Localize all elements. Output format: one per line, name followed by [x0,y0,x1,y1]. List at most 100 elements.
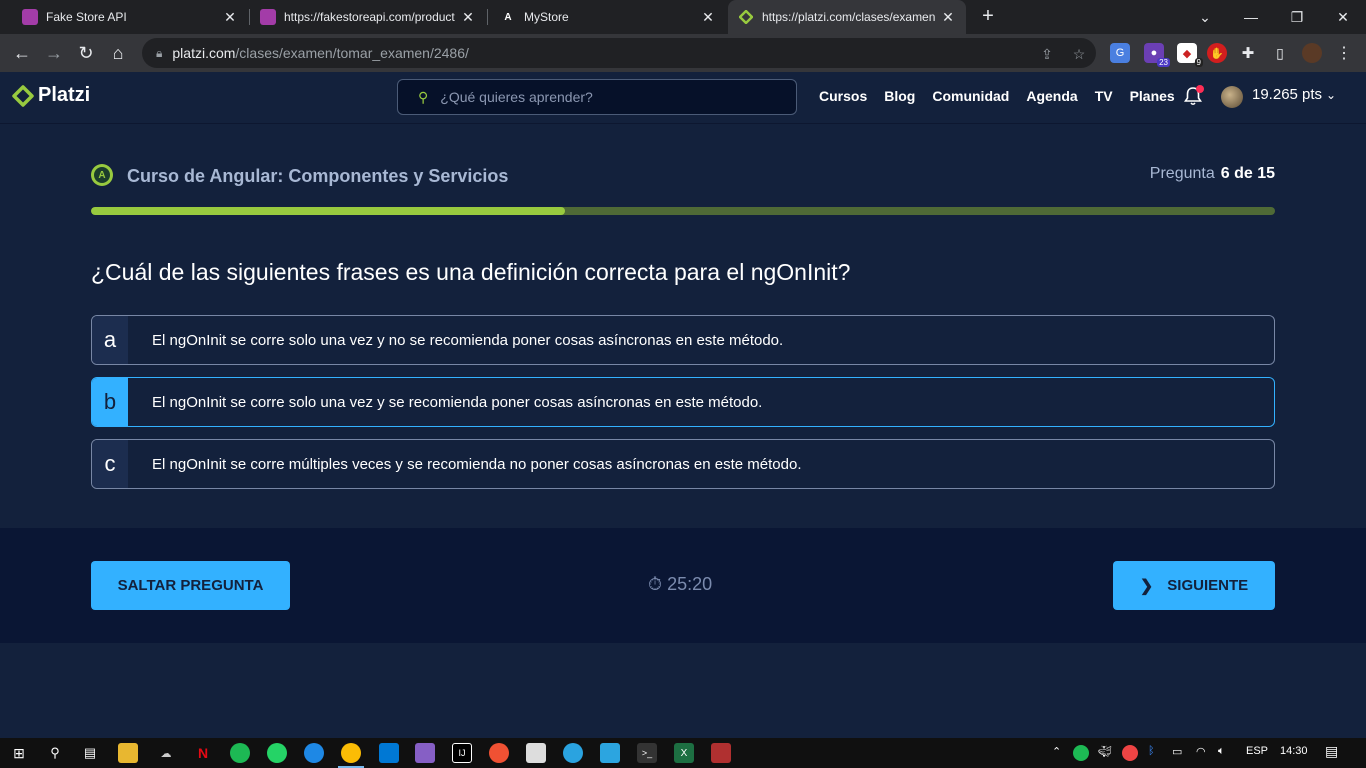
tab-mystore[interactable]: A MyStore ✕ [490,0,726,34]
url-host: platzi.com [172,45,236,61]
option-text: El ngOnInit se corre solo una vez y no s… [152,331,784,349]
side-panel-icon[interactable]: ▯ [1270,43,1290,63]
tab-fake-store-api[interactable]: Fake Store API ✕ [12,0,248,34]
profile-avatar[interactable] [1302,43,1322,63]
bluetooth-icon[interactable]: ᛒ [1148,745,1155,757]
notifications-bell-icon[interactable] [1184,85,1204,106]
tray-chevron-up-icon[interactable]: ⌃ [1052,745,1061,758]
wifi-icon[interactable]: ◠ [1196,745,1206,758]
user-avatar[interactable] [1221,86,1243,108]
nav-item-planes[interactable]: Planes [1130,88,1175,104]
browser-tab-bar: Fake Store API ✕ https://fakestoreapi.co… [0,0,1366,34]
task-view-icon[interactable]: ▤ [80,743,100,763]
windows-start-icon[interactable]: ⊞ [9,743,29,763]
browser-menu-icon[interactable]: ⋮ [1334,43,1354,63]
platzi-favicon-icon [738,9,754,25]
extension-badge: 23 [1157,58,1170,67]
telegram-icon[interactable] [563,743,583,763]
search-icon: ⚲ [418,88,429,105]
exam-progress-fill [91,207,565,215]
tray-app-icon[interactable] [1122,745,1138,761]
platzi-logo[interactable]: Platzi [12,84,90,107]
notification-center-icon[interactable]: ▤ [1325,743,1338,760]
share-icon[interactable]: ⇪ [1038,45,1056,63]
search-placeholder: ¿Qué quieres aprender? [440,89,593,105]
forward-arrow-icon[interactable]: → [42,41,66,65]
question-counter: Pregunta 6 de 15 [1150,165,1275,183]
intellij-icon[interactable]: IJ [452,743,472,763]
tab-platzi-exam[interactable]: https://platzi.com/clases/examen ✕ [728,0,966,34]
back-arrow-icon[interactable]: ← [10,41,34,65]
nav-item-blog[interactable]: Blog [884,88,915,104]
logo-text: Platzi [38,84,91,106]
winrar-icon[interactable] [711,743,731,763]
close-window-button[interactable]: ✕ [1320,0,1366,34]
netflix-icon[interactable]: N [193,743,213,763]
vscode-icon[interactable] [379,743,399,763]
battery-icon[interactable]: ▭ [1172,745,1182,758]
extensions-puzzle-icon[interactable]: ✚ [1238,43,1258,63]
volume-icon[interactable]: 🔈︎ [1218,745,1225,758]
close-tab-icon[interactable]: ✕ [700,9,716,26]
visual-studio-icon[interactable] [415,743,435,763]
reload-icon[interactable]: ↻ [74,41,98,65]
counter-label: Pregunta [1149,165,1215,182]
excel-icon[interactable]: X [674,743,694,763]
tray-docker-icon[interactable]: 🐳︎ [1098,745,1112,758]
spotify-icon[interactable] [230,743,250,763]
whatsapp-icon[interactable] [267,743,287,763]
question-text: ¿Cuál de las siguientes frases es una de… [91,259,851,285]
close-tab-icon[interactable]: ✕ [222,9,238,26]
nav-item-cursos[interactable]: Cursos [819,88,867,104]
option-letter: a [92,316,128,364]
edge-icon[interactable] [304,743,324,763]
tray-spotify-icon[interactable] [1073,745,1089,761]
chrome-icon[interactable] [341,743,361,763]
extension-purple-icon[interactable]: ● 23 [1144,43,1170,67]
answer-option-b[interactable]: b El ngOnInit se corre solo una vez y se… [91,377,1275,427]
user-points[interactable]: 19.265 pts [1252,86,1322,103]
fakestore-favicon-icon [22,9,38,25]
app-document-icon[interactable] [526,743,546,763]
nav-item-agenda[interactable]: Agenda [1026,88,1077,104]
language-indicator[interactable]: ESP [1246,745,1268,757]
answer-option-a[interactable]: a El ngOnInit se corre solo una vez y no… [91,315,1275,365]
option-text: El ngOnInit se corre múltiples veces y s… [152,455,802,473]
adblock-icon[interactable]: ✋ [1207,43,1227,63]
new-tab-button[interactable]: + [976,4,1000,28]
clock[interactable]: 14:30 [1280,745,1308,757]
angular-favicon-icon: A [504,11,512,23]
bookmark-star-icon[interactable]: ☆ [1070,45,1088,63]
nav-item-comunidad[interactable]: Comunidad [932,88,1009,104]
course-title: Curso de Angular: Componentes y Servicio… [127,166,509,186]
postman-icon[interactable] [489,743,509,763]
search-input[interactable]: ⚲ ¿Qué quieres aprender? [397,79,797,115]
tab-search-icon[interactable]: ⌄ [1182,0,1228,34]
close-tab-icon[interactable]: ✕ [940,9,956,26]
extension-app-icon[interactable]: ◆ 9 [1177,43,1203,67]
minimize-button[interactable]: — [1228,0,1274,34]
browser-toolbar: ← → ↻ ⌂ 🔒︎ platzi.com/clases/examen/toma… [0,34,1366,72]
site-header: Platzi ⚲ ¿Qué quieres aprender? Cursos B… [0,72,1366,124]
google-translate-icon[interactable]: G [1110,43,1130,63]
restore-button[interactable]: ❐ [1274,0,1320,34]
app-building-icon[interactable] [600,743,620,763]
answer-option-c[interactable]: c El ngOnInit se corre múltiples veces y… [91,439,1275,489]
file-explorer-icon[interactable] [118,743,138,763]
home-icon[interactable]: ⌂ [106,41,130,65]
tab-fakestore-products[interactable]: https://fakestoreapi.com/product ✕ [250,0,486,34]
skip-question-button[interactable]: SALTAR PREGUNTA [91,561,290,610]
app-cloud-icon[interactable]: ☁ [156,743,176,763]
notification-dot [1196,85,1204,93]
close-tab-icon[interactable]: ✕ [460,9,476,26]
tab-label: MyStore [524,10,569,24]
url-path: /clases/examen/tomar_examen/2486/ [235,45,469,61]
search-icon[interactable]: ⚲ [45,743,65,763]
nav-item-tv[interactable]: TV [1095,88,1113,104]
terminal-icon[interactable]: >_ [637,743,657,763]
platzi-logo-icon [12,84,34,107]
next-button[interactable]: ❯ SIGUIENTE [1113,561,1275,610]
chevron-down-icon[interactable]: ⌄ [1326,88,1336,102]
address-bar[interactable]: 🔒︎ platzi.com/clases/examen/tomar_examen… [142,38,1096,68]
option-text: El ngOnInit se corre solo una vez y se r… [152,393,763,411]
